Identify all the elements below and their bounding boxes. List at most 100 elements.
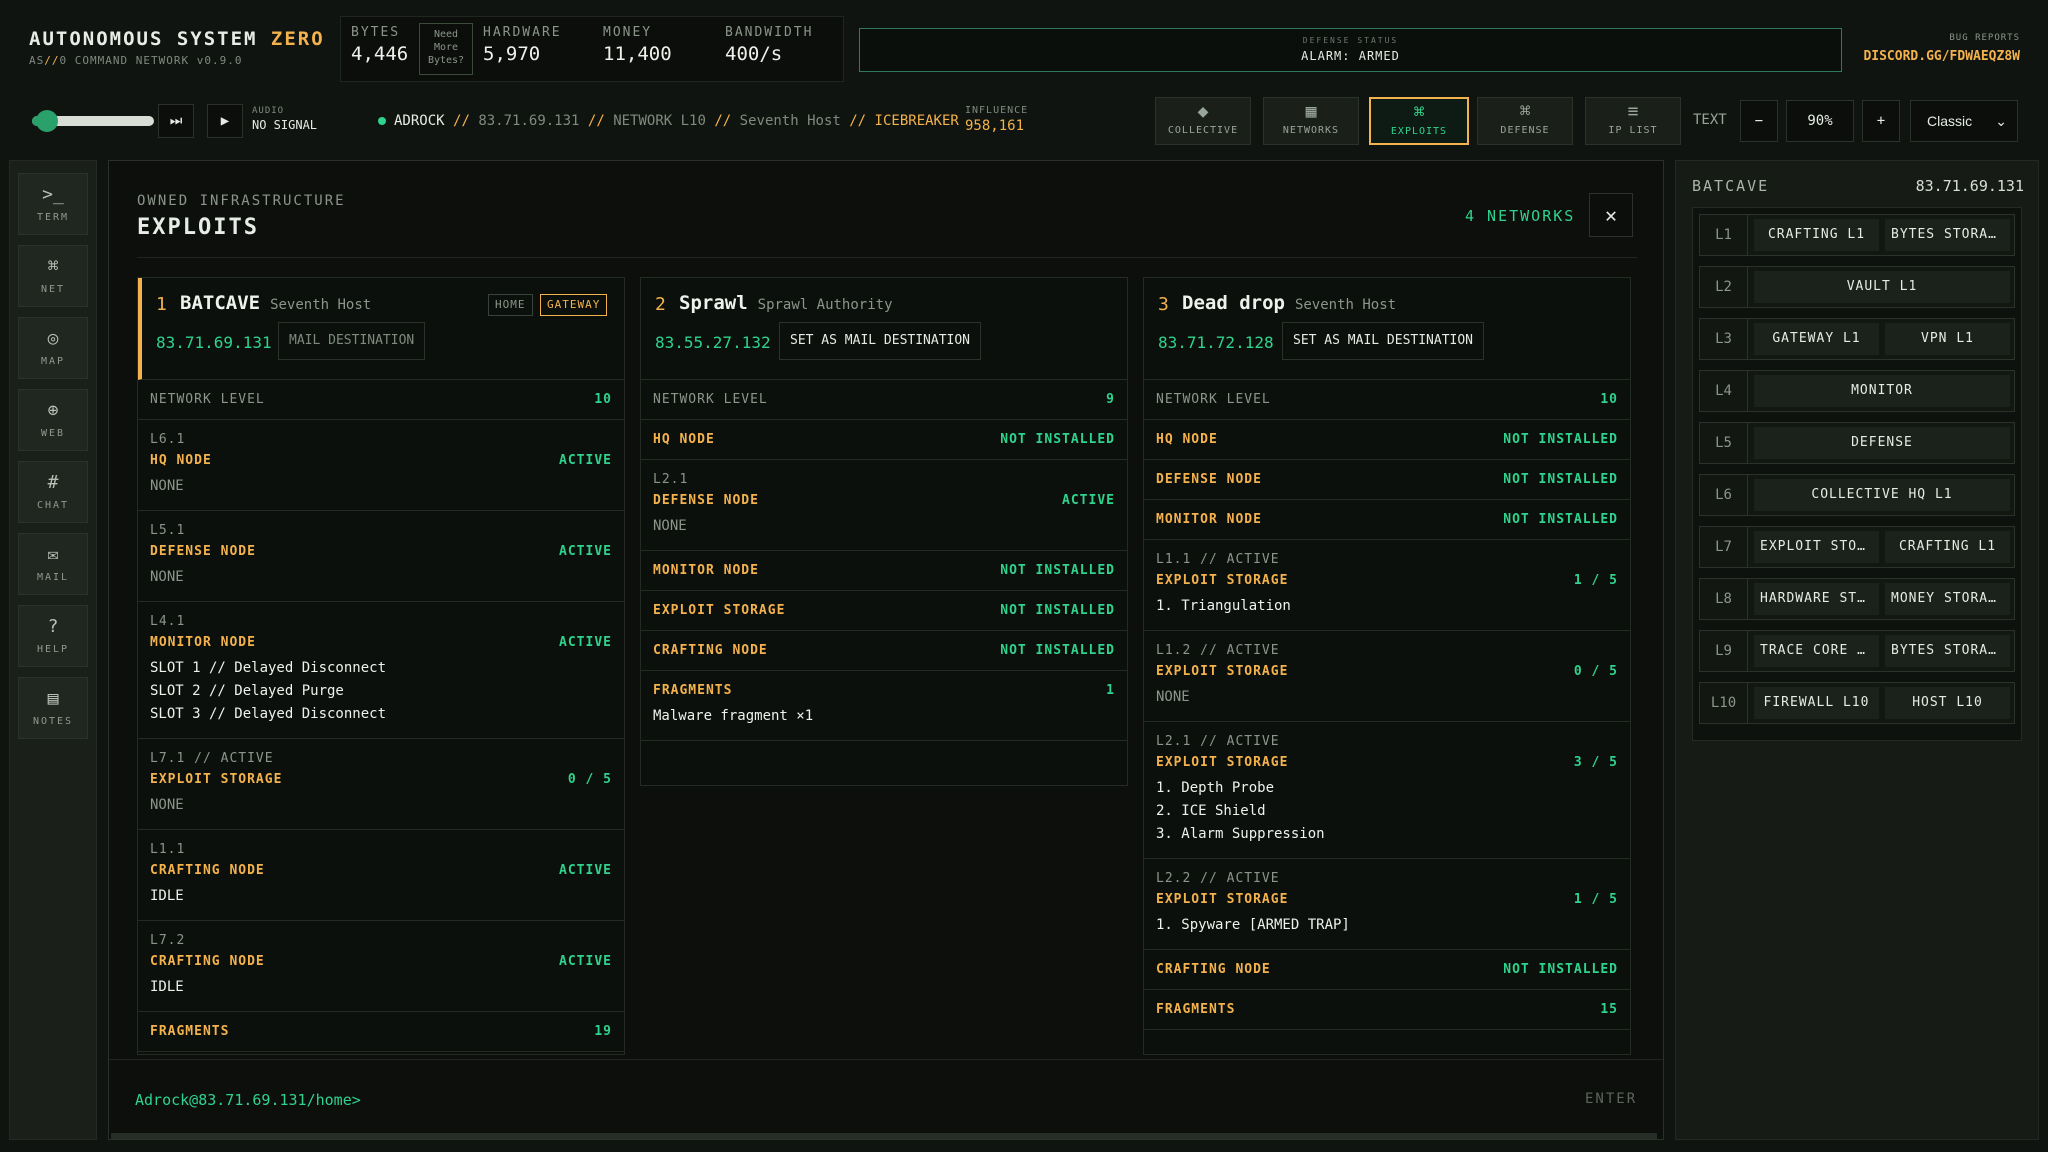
- theme-select[interactable]: Classic ⌄: [1910, 100, 2018, 142]
- play-button[interactable]: ▶: [207, 104, 243, 138]
- node-row: L5.1 DEFENSE NODE ACTIVE NONE: [138, 511, 624, 602]
- module-cell[interactable]: EXPLOIT STORA…: [1754, 531, 1879, 563]
- level-row[interactable]: L8 HARDWARE STOR… MONEY STORAGE…: [1699, 578, 2015, 620]
- level-row[interactable]: L1 CRAFTING L1 BYTES STORAGE…: [1699, 214, 2015, 256]
- level-label: L4: [1700, 371, 1748, 411]
- node-status: NOT INSTALLED: [1000, 563, 1115, 578]
- level-list: L1 CRAFTING L1 BYTES STORAGE… L2 VAULT L1 L3 G…: [1692, 207, 2022, 741]
- network-detail-panel: BATCAVE 83.71.69.131 L1 CRAFTING L1 BYTES …: [1675, 160, 2039, 1140]
- node-type: DEFENSE NODE: [1156, 472, 1262, 487]
- command-icon: ⌘: [1413, 102, 1425, 123]
- module-cell[interactable]: TRACE CORE L10: [1754, 635, 1879, 667]
- nav-map[interactable]: ◎ MAP: [18, 317, 88, 379]
- horizontal-scrollbar[interactable]: [111, 1133, 1657, 1139]
- audio-status: AUDIO NO SIGNAL: [252, 106, 318, 132]
- node-row: L7.2 CRAFTING NODE ACTIVE IDLE: [138, 921, 624, 1012]
- module-cell[interactable]: BYTES STORAGE…: [1885, 635, 2010, 667]
- level-row[interactable]: L7 EXPLOIT STORA… CRAFTING L1: [1699, 526, 2015, 568]
- nav-web[interactable]: ⊕ WEB: [18, 389, 88, 451]
- need-more-bytes-button[interactable]: Need More Bytes?: [419, 23, 473, 75]
- text-increase-button[interactable]: +: [1862, 100, 1900, 142]
- close-button[interactable]: ✕: [1589, 193, 1633, 237]
- node-detail: SLOT 1 // Delayed Disconnect: [150, 660, 387, 676]
- module-cell[interactable]: COLLECTIVE HQ L1: [1754, 479, 2010, 511]
- tool-exploits[interactable]: ⌘ EXPLOITS: [1369, 97, 1469, 145]
- module-cell[interactable]: DEFENSE: [1754, 427, 2010, 459]
- module-cell[interactable]: VAULT L1: [1754, 271, 2010, 303]
- level-label: L10: [1700, 683, 1748, 723]
- notes-icon: ▤: [47, 688, 59, 709]
- module-cell[interactable]: MONITOR: [1754, 375, 2010, 407]
- close-icon: ✕: [1604, 203, 1618, 227]
- node-detail: NONE: [150, 797, 184, 813]
- node-type: CRAFTING NODE: [1156, 962, 1271, 977]
- set-mail-destination-button[interactable]: SET AS MAIL DESTINATION: [779, 322, 982, 360]
- module-cell[interactable]: FIREWALL L10: [1754, 687, 1879, 719]
- node-status: NOT INSTALLED: [1000, 643, 1115, 658]
- node-type: FRAGMENTS: [1156, 1002, 1236, 1017]
- app-brand: AUTONOMOUS SYSTEM ZERO AS//0 COMMAND NET…: [29, 28, 329, 67]
- level-row[interactable]: L3 GATEWAY L1 VPN L1: [1699, 318, 2015, 360]
- module-cell[interactable]: MONEY STORAGE…: [1885, 583, 2010, 615]
- nav-mail[interactable]: ✉ MAIL: [18, 533, 88, 595]
- left-nav: >_ TERM ⌘ NET ◎ MAP ⊕ WEB # CHAT ✉ MAIL ? HELP …: [9, 160, 97, 1140]
- node-status: ACTIVE: [559, 453, 612, 468]
- level-row[interactable]: L6 COLLECTIVE HQ L1: [1699, 474, 2015, 516]
- volume-knob[interactable]: [36, 110, 58, 132]
- tool-defense[interactable]: ⌘ DEFENSE: [1477, 97, 1573, 145]
- nav-notes[interactable]: ▤ NOTES: [18, 677, 88, 739]
- nav-term[interactable]: >_ TERM: [18, 173, 88, 235]
- online-dot-icon: [378, 117, 386, 125]
- node-level: L2.2 // ACTIVE: [1156, 871, 1280, 886]
- text-decrease-button[interactable]: −: [1740, 100, 1778, 142]
- node-level: L5.1: [150, 523, 186, 538]
- level-row[interactable]: L5 DEFENSE: [1699, 422, 2015, 464]
- tool-networks[interactable]: ▦ NETWORKS: [1263, 97, 1359, 145]
- level-row[interactable]: L4 MONITOR: [1699, 370, 2015, 412]
- module-cell[interactable]: VPN L1: [1885, 323, 2010, 355]
- level-row[interactable]: L10 FIREWALL L10 HOST L10: [1699, 682, 2015, 724]
- node-status: ACTIVE: [559, 544, 612, 559]
- node-level: L1.1: [150, 842, 186, 857]
- network-card-batcave: 1 BATCAVE Seventh Host HOME GATEWAY 83.71…: [137, 277, 625, 1055]
- module-cell[interactable]: CRAFTING L1: [1754, 219, 1879, 251]
- text-size-label: TEXT: [1693, 112, 1727, 128]
- node-detail: NONE: [150, 569, 184, 585]
- panel-label: OWNED INFRASTRUCTURE: [137, 193, 346, 209]
- node-type: EXPLOIT STORAGE: [150, 772, 283, 787]
- level-row[interactable]: L2 VAULT L1: [1699, 266, 2015, 308]
- node-type: HQ NODE: [1156, 432, 1218, 447]
- home-tag: HOME: [488, 294, 533, 316]
- enter-button[interactable]: ENTER: [1585, 1091, 1637, 1107]
- level-label: L8: [1700, 579, 1748, 619]
- tool-collective[interactable]: ◆ COLLECTIVE: [1155, 97, 1251, 145]
- node-status: 1 / 5: [1573, 892, 1618, 907]
- terminal-prompt[interactable]: Adrock@83.71.69.131/home>: [135, 1091, 361, 1109]
- exploits-panel: OWNED INFRASTRUCTURE EXPLOITS 4 NETWORKS…: [108, 160, 1664, 1140]
- node-status: 1: [1106, 683, 1115, 698]
- node-row: FRAGMENTS 1 Malware fragment ×1: [641, 671, 1127, 741]
- module-cell[interactable]: GATEWAY L1: [1754, 323, 1879, 355]
- node-type: FRAGMENTS: [150, 1024, 230, 1039]
- node-status: NOT INSTALLED: [1503, 962, 1618, 977]
- module-cell[interactable]: CRAFTING L1: [1885, 531, 2010, 563]
- node-status: NOT INSTALLED: [1503, 432, 1618, 447]
- mail-icon: ✉: [47, 544, 59, 565]
- node-row: MONITOR NODE NOT INSTALLED: [641, 551, 1127, 591]
- nav-chat[interactable]: # CHAT: [18, 461, 88, 523]
- level-row[interactable]: L9 TRACE CORE L10 BYTES STORAGE…: [1699, 630, 2015, 672]
- skip-track-button[interactable]: ⏭: [158, 104, 194, 138]
- nav-net[interactable]: ⌘ NET: [18, 245, 88, 307]
- resource-bar: BYTES 4,446 Need More Bytes? HARDWARE 5,970 …: [340, 16, 844, 82]
- node-level: L2.1: [653, 472, 689, 487]
- nav-help[interactable]: ? HELP: [18, 605, 88, 667]
- node-row: CRAFTING NODE NOT INSTALLED: [1144, 950, 1630, 990]
- module-cell[interactable]: HARDWARE STOR…: [1754, 583, 1879, 615]
- module-cell[interactable]: BYTES STORAGE…: [1885, 219, 2010, 251]
- module-cell[interactable]: HOST L10: [1885, 687, 2010, 719]
- discord-link[interactable]: DISCORD.GG/FDWAEQZ8W: [1863, 49, 2020, 64]
- set-mail-destination-button[interactable]: SET AS MAIL DESTINATION: [1282, 322, 1485, 360]
- tool-ip-list[interactable]: ≡ IP LIST: [1585, 97, 1681, 145]
- network-name: Sprawl Sprawl Authority: [679, 292, 893, 314]
- node-type: EXPLOIT STORAGE: [653, 603, 786, 618]
